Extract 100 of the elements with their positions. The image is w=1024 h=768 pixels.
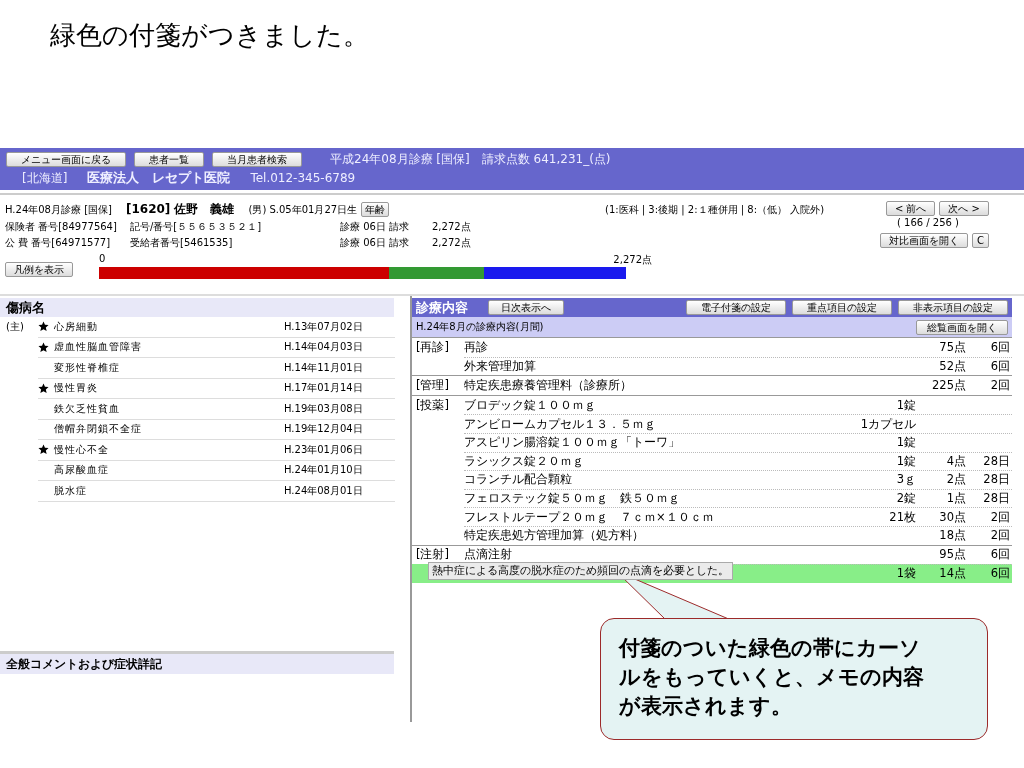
item-name: 外来管理加算 <box>464 358 536 373</box>
disease-date: H.13年07月02日 <box>284 319 363 334</box>
disease-name: 虚血性脳血管障害 <box>54 340 143 355</box>
item-name: 特定疾患処方管理加算（処方料） <box>464 528 644 543</box>
disease-date: H.14年04月03日 <box>284 340 363 355</box>
sticky-note-row[interactable]: 熱中症による高度の脱水症のため頻回の点滴を必要とした。 1袋 14点 6回 <box>412 564 1012 583</box>
item-count: 28日 <box>983 491 1010 506</box>
item-name: フレストルテープ２０ｍｇ ７ｃｍ×１０ｃｍ <box>464 509 714 524</box>
callout-text: 付箋のついた緑色の帯にカーソルをもっていくと、メモの内容が表示されます。 <box>619 635 925 719</box>
clinic-phone: Tel.012-345-6789 <box>250 171 356 185</box>
claim-points: 2,272点 <box>432 236 472 250</box>
category-label: [注射] <box>416 547 449 562</box>
item-points: 2点 <box>946 472 966 487</box>
item-name: ブロデック錠１００ｍｇ <box>464 397 596 412</box>
item-count: 6回 <box>990 547 1010 562</box>
billing-title: 平成24年08月診療 [国保] 請求点数 641,231_(点) <box>330 150 611 168</box>
item-quantity: 1袋 <box>896 566 916 581</box>
disease-date: H.24年08月01日 <box>284 483 363 498</box>
item-count: 6回 <box>990 339 1010 354</box>
item-points: 1点 <box>946 491 966 506</box>
patient-birth: (男) S.05年01月27日生 <box>248 202 358 217</box>
item-name: コランチル配合顆粒 <box>464 472 572 487</box>
disease-name: 慢性心不全 <box>54 442 110 457</box>
disease-name: 変形性脊椎症 <box>54 360 121 375</box>
item-count: 2回 <box>990 378 1010 392</box>
visit-days: 診療 06日 請求 <box>340 220 432 234</box>
item-count: 28日 <box>983 453 1010 468</box>
record-counter: ( 166 / 256 ) <box>896 217 959 228</box>
item-points: 52点 <box>939 358 966 373</box>
subheader-title: H.24年8月の診療内容(月間) <box>416 320 544 334</box>
patient-name: [1620] 佐野 義雄 <box>125 201 235 218</box>
disease-date: H.17年01月14日 <box>284 381 363 396</box>
item-count: 6回 <box>990 566 1010 581</box>
age-button[interactable]: 年齢 <box>361 202 390 217</box>
nav-button[interactable]: メニュー画面に戻る <box>6 151 126 167</box>
member-number: 記号/番号[５５６５３５２１] <box>130 220 263 234</box>
overview-button[interactable]: 総覧画面を開く <box>916 319 1008 335</box>
item-points: 95点 <box>939 547 966 562</box>
panel-header: 傷病名 <box>0 298 394 317</box>
disease-date: H.19年03月08日 <box>284 401 363 416</box>
disease-date: H.23年01月06日 <box>284 442 363 457</box>
item-quantity: 1錠 <box>896 435 916 450</box>
item-count: 2回 <box>990 509 1010 524</box>
daily-view-button[interactable]: 日次表示へ <box>488 300 564 315</box>
disease-name: 慢性胃炎 <box>54 381 99 396</box>
bar-end-label: 2,272点 <box>613 253 652 267</box>
disease-name: 心房細動 <box>54 319 99 334</box>
item-quantity: 2錠 <box>896 491 916 506</box>
disease-name: 僧帽弁閉鎖不全症 <box>54 422 143 437</box>
item-quantity: 21枚 <box>889 509 916 524</box>
item-points: 14点 <box>939 566 966 581</box>
legend-button[interactable]: 凡例を表示 <box>5 262 73 277</box>
item-points: 4点 <box>946 453 966 468</box>
clear-button[interactable]: C <box>972 233 989 248</box>
item-name: 再診 <box>464 339 488 354</box>
bar-start-label: 0 <box>99 253 106 266</box>
panel-header: 全般コメントおよび症状詳記 <box>0 651 394 674</box>
disease-date: H.14年11月01日 <box>284 360 363 375</box>
disease-date: H.24年01月10日 <box>284 463 363 478</box>
item-count: 6回 <box>990 358 1010 373</box>
item-name: 特定疾患療養管理料（診療所） <box>464 378 632 392</box>
item-name: アスピリン腸溶錠１００ｍｇ「トーワ」 <box>464 435 680 450</box>
insurer-number: 公 費 番号[64971577] <box>5 236 112 250</box>
settings-button[interactable]: 電子付箋の設定 <box>686 300 786 315</box>
claim-points: 2,272点 <box>432 220 472 234</box>
nav-button[interactable]: 当月患者検索 <box>212 151 302 167</box>
item-points: 75点 <box>939 339 966 354</box>
main-disease-mark: (主) <box>6 321 24 333</box>
item-name: ラシックス錠２０ｍｇ <box>464 453 584 468</box>
disease-name: 鉄欠乏性貧血 <box>54 401 121 416</box>
category-label: [再診] <box>416 339 449 354</box>
item-count: 2回 <box>990 528 1010 543</box>
item-quantity: 3ｇ <box>896 472 916 487</box>
panel-title: 診療内容 <box>416 298 468 317</box>
item-name: フェロステック錠５０ｍｇ 鉄５０ｍｇ <box>464 491 680 506</box>
clinic-name: 医療法人 レセプト医院 <box>87 169 231 187</box>
compare-button[interactable]: 対比画面を開く <box>880 233 968 248</box>
item-points: 30点 <box>939 509 966 524</box>
tooltip: 熱中症による高度の脱水症のため頻回の点滴を必要とした。 <box>428 562 733 581</box>
category-label: [投薬] <box>416 397 449 412</box>
claim-month: H.24年08月診療 [国保] <box>5 202 112 217</box>
item-quantity: 1カプセル <box>860 416 916 431</box>
nav-button[interactable]: 患者一覧 <box>134 151 204 167</box>
item-count: 28日 <box>983 472 1010 487</box>
next-button[interactable]: 次へ > <box>939 201 989 216</box>
settings-button[interactable]: 重点項目の設定 <box>792 300 892 315</box>
claim-type: (1:医科 | 3:後期 | 2:１種併用 | 8:（低） 入院外) <box>605 204 825 215</box>
item-quantity: 1錠 <box>896 397 916 412</box>
prefecture: [北海道] <box>22 169 68 187</box>
settings-button[interactable]: 非表示項目の設定 <box>898 300 1008 315</box>
disease-name: 脱水症 <box>54 483 88 498</box>
item-points: 18点 <box>939 528 966 543</box>
category-label: [管理] <box>416 378 449 392</box>
item-points: 225点 <box>932 378 966 392</box>
item-quantity: 1錠 <box>896 453 916 468</box>
previous-button[interactable]: < 前へ <box>885 201 936 216</box>
visit-days: 診療 06日 請求 <box>340 236 432 250</box>
member-number: 受給者番号[5461535] <box>130 236 234 250</box>
slide-title: 緑色の付箋がつきました。 <box>50 20 369 50</box>
item-name: 点滴注射 <box>464 547 512 562</box>
